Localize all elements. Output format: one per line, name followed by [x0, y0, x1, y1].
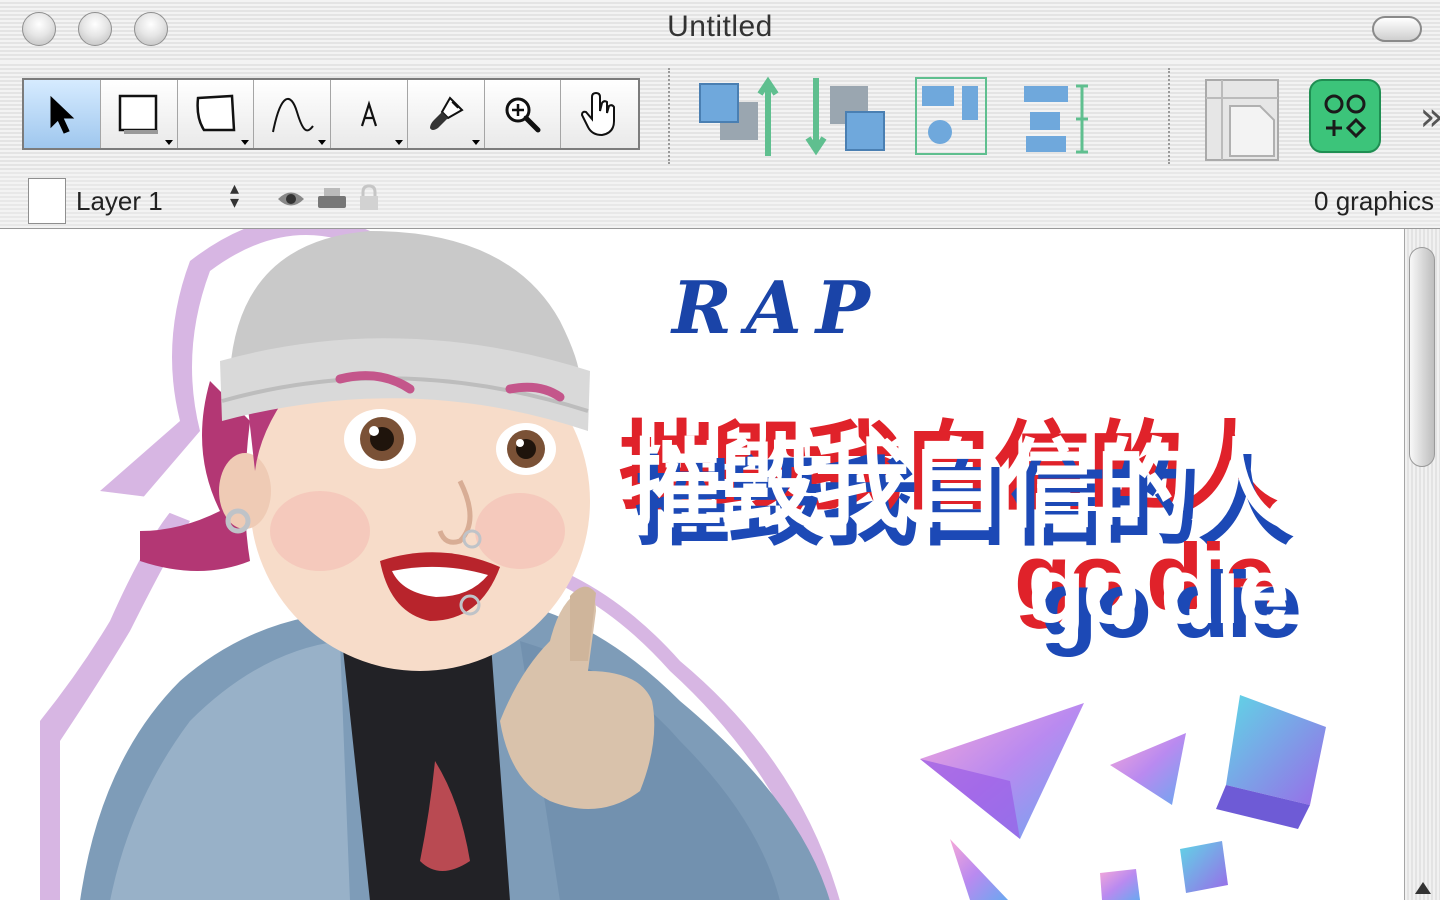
shape-tool[interactable] [177, 80, 255, 148]
rectangle-tool[interactable] [100, 80, 178, 148]
hand-tool[interactable] [561, 80, 638, 148]
magnifier-plus-icon [505, 97, 541, 133]
cube-shape [1226, 695, 1326, 805]
hand-pointer-icon [580, 91, 615, 137]
dropdown-arrow-icon [394, 140, 403, 145]
text-tool[interactable] [331, 80, 408, 148]
dropdown-arrow-icon [164, 140, 173, 145]
inspectors-icon[interactable] [1308, 78, 1382, 156]
bring-to-front-icon[interactable] [698, 72, 784, 162]
scroll-thumb[interactable] [1409, 247, 1435, 467]
text-a-icon [360, 100, 377, 127]
shape-icon [196, 94, 236, 132]
scroll-up-arrow-icon[interactable] [1415, 882, 1431, 894]
layer-swatch[interactable] [28, 178, 66, 224]
title-bar: Untitled [0, 0, 1440, 62]
selection-tool[interactable] [24, 80, 101, 148]
small-pyramid-shape [1110, 733, 1186, 805]
window-title: Untitled [667, 10, 773, 43]
toolbar-toggle-button[interactable] [1372, 16, 1422, 42]
iridescent-shapes [920, 695, 1326, 900]
style-brush-tool[interactable] [407, 80, 485, 148]
line-tool[interactable] [254, 80, 331, 148]
lock-icon[interactable] [358, 184, 380, 212]
tiny-cube-shape [1100, 869, 1140, 900]
vertical-scrollbar[interactable] [1404, 229, 1440, 900]
send-to-back-icon[interactable] [802, 72, 888, 162]
rap-title: RAP [672, 265, 884, 350]
subline-text: go die [1028, 538, 1290, 643]
arrow-pointer-icon [50, 95, 75, 134]
printer-icon[interactable] [316, 186, 348, 212]
small-cube-shape [1180, 841, 1228, 893]
toolbar-overflow-button[interactable]: » [1420, 94, 1440, 140]
tool-palette [22, 78, 640, 150]
dropdown-arrow-icon [471, 140, 480, 145]
layer-stepper-icon[interactable]: ▴ ▾ [230, 180, 239, 212]
dropdown-arrow-icon [318, 140, 326, 145]
layer-bar: Layer 1 ▴ ▾ 0 graphics [0, 170, 1440, 229]
rectangle-icon [118, 94, 158, 134]
dropdown-arrow-icon [241, 140, 250, 145]
app-window: Untitled » Layer 1 ▴ ▾ 0 graphics RAP 摧毁… [0, 0, 1440, 900]
toolbar-separator [1168, 68, 1170, 164]
toolbar: » [0, 62, 1440, 171]
paint-brush-icon [429, 96, 464, 130]
distribute-icon[interactable] [1018, 72, 1100, 162]
layer-name-label[interactable]: Layer 1 [76, 186, 163, 217]
curve-line-icon [272, 97, 314, 133]
align-icon[interactable] [910, 72, 992, 162]
bottom-pyramid-shape [950, 839, 1008, 900]
canvas-sizes-icon[interactable] [1202, 72, 1282, 164]
eye-icon[interactable] [276, 188, 306, 210]
graphics-count-label: 0 graphics [1314, 186, 1434, 216]
toolbar-separator [668, 68, 670, 164]
drawing-canvas[interactable]: RAP 摧毁我自信的人 摧毁我自信的人 摧毁我自信的人 go die go di… [0, 229, 1404, 900]
magnify-tool[interactable] [484, 80, 562, 148]
